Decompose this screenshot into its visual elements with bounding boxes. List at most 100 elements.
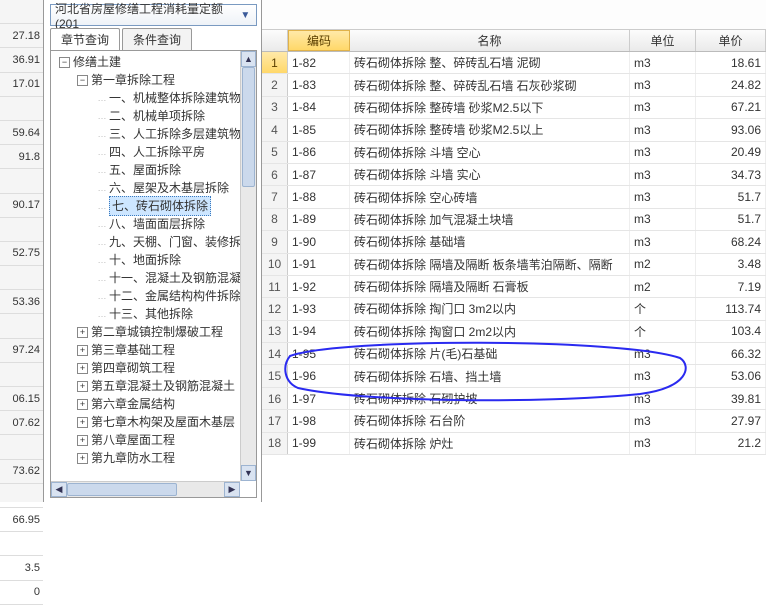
tree-node[interactable]: +第六章金属结构	[53, 395, 256, 413]
cell-code: 1-86	[288, 142, 350, 163]
tree-node[interactable]: …十二、金属结构构件拆除	[53, 287, 256, 305]
header-code[interactable]: 编码	[288, 30, 350, 51]
cell-unit: m3	[630, 186, 696, 207]
table-row[interactable]: 141-95砖石砌体拆除 片(毛)石基础m366.32	[262, 343, 766, 365]
header-price[interactable]: 单价	[696, 30, 766, 51]
tree-node[interactable]: −第一章拆除工程	[53, 71, 256, 89]
tree-node[interactable]: …四、人工拆除平房	[53, 143, 256, 161]
left-value	[0, 532, 43, 556]
vertical-scrollbar[interactable]: ▲ ▼	[240, 51, 256, 481]
tree-node-label: 二、机械单项拆除	[109, 107, 205, 125]
table-row[interactable]: 171-98砖石砌体拆除 石台阶m327.97	[262, 410, 766, 432]
cell-unit: m3	[630, 365, 696, 386]
cell-unit: m3	[630, 433, 696, 454]
cell-name: 砖石砌体拆除 加气混凝土块墙	[350, 209, 630, 230]
left-value	[0, 97, 43, 121]
table-row[interactable]: 51-86砖石砌体拆除 斗墙 空心m320.49	[262, 142, 766, 164]
table-row[interactable]: 11-82砖石砌体拆除 整、碎砖乱石墙 泥砌m318.61	[262, 52, 766, 74]
cell-name: 砖石砌体拆除 隔墙及隔断 石膏板	[350, 276, 630, 297]
table-row[interactable]: 131-94砖石砌体拆除 掏窗口 2m2以内个103.4	[262, 321, 766, 343]
left-value	[0, 266, 43, 290]
tab-chapter-query[interactable]: 章节查询	[50, 28, 120, 50]
left-value: 27.18	[0, 24, 43, 48]
cell-index: 18	[262, 433, 288, 454]
tree-node[interactable]: …六、屋架及木基层拆除	[53, 179, 256, 197]
expand-icon[interactable]: +	[77, 453, 88, 464]
table-row[interactable]: 71-88砖石砌体拆除 空心砖墙m351.7	[262, 186, 766, 208]
table-row[interactable]: 31-84砖石砌体拆除 整砖墙 砂浆M2.5以下m367.21	[262, 97, 766, 119]
tree-node[interactable]: …十一、混凝土及钢筋混凝	[53, 269, 256, 287]
cell-price: 27.97	[696, 410, 766, 431]
collapse-icon[interactable]: −	[77, 75, 88, 86]
scroll-track[interactable]	[241, 67, 256, 465]
cell-price: 51.7	[696, 209, 766, 230]
cell-name: 砖石砌体拆除 隔墙及隔断 板条墙苇泊隔断、隔断	[350, 254, 630, 275]
expand-icon[interactable]: +	[77, 345, 88, 356]
table-row[interactable]: 151-96砖石砌体拆除 石墙、挡土墙m353.06	[262, 365, 766, 387]
cell-code: 1-92	[288, 276, 350, 297]
tree-node[interactable]: …二、机械单项拆除	[53, 107, 256, 125]
chapter-tree[interactable]: −修缮土建−第一章拆除工程…一、机械整体拆除建筑物…二、机械单项拆除…三、人工拆…	[51, 51, 256, 469]
expand-icon[interactable]: +	[77, 363, 88, 374]
tree-node[interactable]: +第七章木构架及屋面木基层	[53, 413, 256, 431]
scroll-right-button[interactable]: ▶	[224, 482, 240, 497]
tab-condition-query[interactable]: 条件查询	[122, 28, 192, 50]
left-value: 07.62	[0, 411, 43, 435]
table-row[interactable]: 161-97砖石砌体拆除 石砌护坡m339.81	[262, 388, 766, 410]
tree-node[interactable]: …七、砖石砌体拆除	[53, 197, 256, 215]
header-name[interactable]: 名称	[350, 30, 630, 51]
cell-name: 砖石砌体拆除 石墙、挡土墙	[350, 365, 630, 386]
collapse-icon[interactable]: −	[59, 57, 70, 68]
table-row[interactable]: 81-89砖石砌体拆除 加气混凝土块墙m351.7	[262, 209, 766, 231]
tree-node[interactable]: …八、墙面面层拆除	[53, 215, 256, 233]
tree-node[interactable]: +第二章城镇控制爆破工程	[53, 323, 256, 341]
expand-icon[interactable]: +	[77, 417, 88, 428]
table-row[interactable]: 61-87砖石砌体拆除 斗墙 实心m334.73	[262, 164, 766, 186]
tree-node[interactable]: …五、屋面拆除	[53, 161, 256, 179]
tree-node-label: 第一章拆除工程	[91, 71, 175, 89]
table-row[interactable]: 41-85砖石砌体拆除 整砖墙 砂浆M2.5以上m393.06	[262, 119, 766, 141]
horizontal-scrollbar[interactable]: ◀ ▶	[51, 481, 240, 497]
cell-price: 20.49	[696, 142, 766, 163]
tree-node[interactable]: …一、机械整体拆除建筑物	[53, 89, 256, 107]
left-value: 90.17	[0, 194, 43, 218]
table-row[interactable]: 91-90砖石砌体拆除 基础墙m368.24	[262, 231, 766, 253]
tree-node[interactable]: +第五章混凝土及钢筋混凝土	[53, 377, 256, 395]
tree-node[interactable]: …十、地面拆除	[53, 251, 256, 269]
left-value	[0, 435, 43, 459]
cell-name: 砖石砌体拆除 掏窗口 2m2以内	[350, 321, 630, 342]
main-area: 河北省房屋修缮工程消耗量定额(201 ▼ 章节查询 条件查询 −修缮土建−第一章…	[46, 0, 766, 502]
tree-node[interactable]: +第四章砌筑工程	[53, 359, 256, 377]
table-row[interactable]: 101-91砖石砌体拆除 隔墙及隔断 板条墙苇泊隔断、隔断m23.48	[262, 254, 766, 276]
quota-dropdown[interactable]: 河北省房屋修缮工程消耗量定额(201 ▼	[50, 4, 257, 26]
table-row[interactable]: 181-99砖石砌体拆除 炉灶m321.2	[262, 433, 766, 455]
expand-icon[interactable]: +	[77, 327, 88, 338]
expand-icon[interactable]: +	[77, 435, 88, 446]
tree-node[interactable]: +第三章基础工程	[53, 341, 256, 359]
table-row[interactable]: 111-92砖石砌体拆除 隔墙及隔断 石膏板m27.19	[262, 276, 766, 298]
tree-node[interactable]: −修缮土建	[53, 53, 256, 71]
scroll-up-button[interactable]: ▲	[241, 51, 256, 67]
tree-node[interactable]: …十三、其他拆除	[53, 305, 256, 323]
scroll-thumb[interactable]	[242, 67, 255, 187]
table-row[interactable]: 21-83砖石砌体拆除 整、碎砖乱石墙 石灰砂浆砌m324.82	[262, 74, 766, 96]
expand-icon[interactable]: +	[77, 399, 88, 410]
hscroll-thumb[interactable]	[67, 483, 177, 496]
header-unit[interactable]: 单位	[630, 30, 696, 51]
cell-price: 103.4	[696, 321, 766, 342]
cell-name: 砖石砌体拆除 整、碎砖乱石墙 石灰砂浆砌	[350, 74, 630, 95]
scroll-down-button[interactable]: ▼	[241, 465, 256, 481]
header-index[interactable]	[262, 30, 288, 51]
tree-node[interactable]: …三、人工拆除多层建筑物	[53, 125, 256, 143]
tree-node[interactable]: …九、天棚、门窗、装修拆除	[53, 233, 256, 251]
cell-unit: m3	[630, 343, 696, 364]
tree-node-label: 一、机械整体拆除建筑物	[109, 89, 241, 107]
cell-price: 34.73	[696, 164, 766, 185]
tree-node[interactable]: +第八章屋面工程	[53, 431, 256, 449]
table-row[interactable]: 121-93砖石砌体拆除 掏门口 3m2以内个113.74	[262, 298, 766, 320]
tree-node[interactable]: +第九章防水工程	[53, 449, 256, 467]
expand-icon[interactable]: +	[77, 381, 88, 392]
tree-node-label: 修缮土建	[73, 53, 121, 71]
scroll-left-button[interactable]: ◀	[51, 482, 67, 497]
cell-index: 10	[262, 254, 288, 275]
